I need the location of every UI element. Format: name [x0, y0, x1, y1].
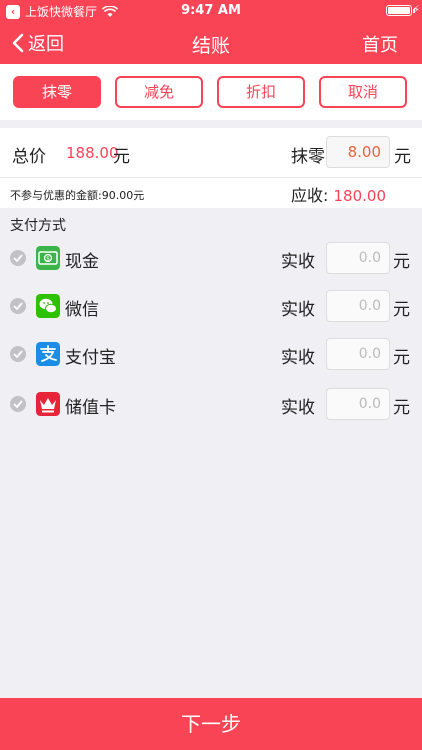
check-icon[interactable] [10, 396, 26, 412]
received-label: 实收 [281, 398, 315, 418]
due-value: 180.00 [333, 187, 387, 205]
payment-methods-title: 支付方式 [10, 218, 66, 234]
payment-name: 储值卡 [65, 398, 116, 418]
cash-amount-input[interactable]: 0.0 [326, 242, 390, 274]
yuan-unit: 元 [393, 348, 410, 368]
check-icon[interactable] [10, 346, 26, 362]
received-label: 实收 [281, 300, 315, 320]
check-icon[interactable] [10, 250, 26, 266]
amount-due: 应收: 180.00 [291, 182, 386, 206]
wechat-amount-input[interactable]: 0.0 [326, 290, 390, 322]
total-value: 188.00 [66, 144, 119, 162]
discount-tabs: 抹零 减免 折扣 取消 [0, 64, 422, 120]
next-step-button[interactable]: 下一步 [0, 698, 422, 750]
yuan-unit: 元 [393, 300, 410, 320]
payment-row-stored-card[interactable]: 储值卡 实收 0.0 元 [0, 384, 422, 424]
bill-summary: 总价 188.00 元 抹零 8.00 元 不参与优惠的金额:90.00元 应收… [0, 128, 422, 208]
status-bar: ‹ 上饭快微餐厅 9:47 AM ⚡ [0, 0, 422, 22]
tab-jianmian[interactable]: 减免 [115, 76, 203, 108]
moling-input[interactable]: 8.00 [326, 136, 390, 168]
total-unit: 元 [113, 147, 130, 167]
crown-icon [36, 392, 60, 416]
payment-name: 微信 [65, 300, 99, 320]
charging-icon: ⚡ [412, 3, 420, 16]
excluded-amount: 不参与优惠的金额:90.00元 [10, 189, 145, 202]
total-label: 总价 [12, 147, 46, 167]
alipay-icon [36, 342, 60, 366]
received-label: 实收 [281, 252, 315, 272]
moling-label: 抹零 [291, 147, 325, 167]
top-bar: ‹ 上饭快微餐厅 9:47 AM ⚡ 返回 结账 首页 [0, 0, 422, 64]
moling-unit: 元 [394, 147, 411, 167]
payment-row-alipay[interactable]: 支付宝 实收 0.0 元 [0, 334, 422, 374]
alipay-amount-input[interactable]: 0.0 [326, 338, 390, 370]
cash-icon: $ [36, 246, 60, 270]
tab-moling[interactable]: 抹零 [13, 76, 101, 108]
payment-row-cash[interactable]: $ 现金 实收 0.0 元 [0, 238, 422, 278]
tab-quxiao[interactable]: 取消 [319, 76, 407, 108]
payment-name: 现金 [65, 252, 99, 272]
yuan-unit: 元 [393, 252, 410, 272]
svg-text:$: $ [46, 255, 50, 262]
tab-zhekou[interactable]: 折扣 [217, 76, 305, 108]
home-button[interactable]: 首页 [362, 31, 398, 57]
battery-icon [386, 5, 415, 16]
payment-row-wechat[interactable]: 微信 实收 0.0 元 [0, 286, 422, 326]
page-title: 结账 [191, 35, 230, 57]
payment-name: 支付宝 [65, 348, 116, 368]
yuan-unit: 元 [393, 398, 410, 418]
wechat-icon [36, 294, 60, 318]
check-icon[interactable] [10, 298, 26, 314]
received-label: 实收 [281, 348, 315, 368]
due-label: 应收: [291, 186, 329, 205]
nav-bar: 返回 结账 首页 [0, 22, 422, 64]
stored-card-amount-input[interactable]: 0.0 [326, 388, 390, 420]
status-time: 9:47 AM [181, 3, 241, 18]
